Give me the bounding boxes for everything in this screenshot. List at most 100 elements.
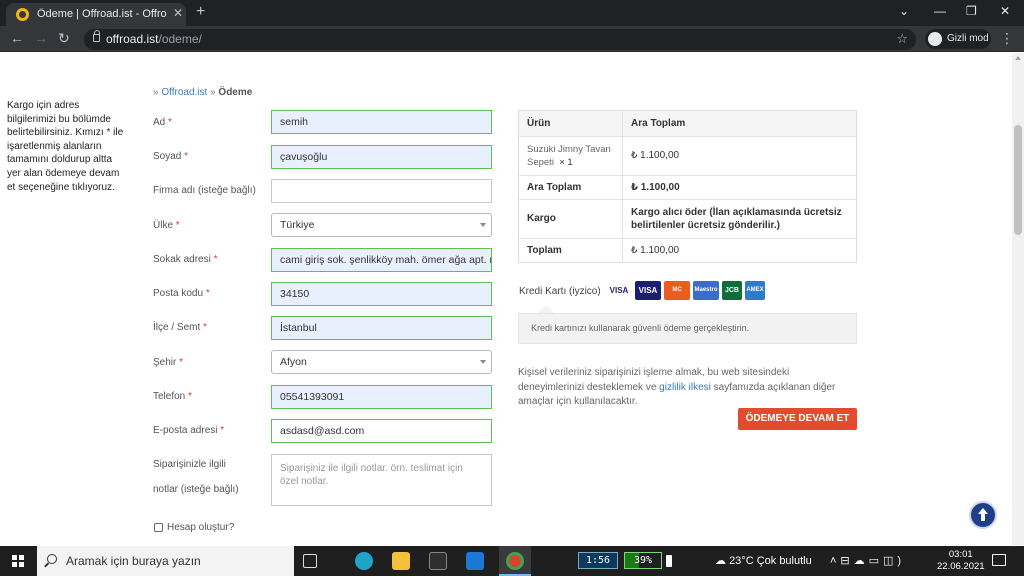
new-tab-icon[interactable]: +	[196, 3, 205, 21]
checkout-page: Kargo için adres bilgilerimizi bu bölümd…	[0, 53, 1012, 545]
privacy-text: Kişisel verileriniz siparişinizi işleme …	[518, 366, 857, 410]
create-account-label[interactable]: Hesap oluştur?	[167, 522, 234, 533]
table-header-row: Ürün Ara Toplam	[519, 111, 856, 136]
reload-icon[interactable]: ↻	[58, 30, 70, 47]
side-note: Kargo için adres bilgilerimizi bu bölümd…	[7, 100, 124, 193]
battery-text: 39%	[633, 555, 653, 566]
scroll-up-icon[interactable]	[1015, 56, 1021, 60]
subtotal-label: Ara Toplam	[519, 176, 623, 199]
table-row-product: Suzuki Jimny Tavan Sepeti × 1 ₺ 1.100,00	[519, 136, 856, 175]
close-window-icon[interactable]: ✕	[1000, 4, 1010, 18]
tab-title: Ödeme | Offroad.ist - Offroad.ist	[37, 8, 167, 20]
shipping-label: Kargo	[519, 200, 623, 238]
continue-to-payment-button[interactable]: ÖDEMEYE DEVAM ET	[738, 408, 857, 430]
order-summary-table: Ürün Ara Toplam Suzuki Jimny Tavan Sepet…	[518, 110, 857, 263]
chevron-down-icon	[480, 223, 486, 227]
breadcrumb: » Offroad.ist » Ödeme	[153, 87, 252, 98]
forward-icon[interactable]: →	[34, 30, 48, 46]
postcode-input[interactable]: 34150	[271, 282, 492, 306]
label-phone: Telefon *	[153, 391, 192, 402]
taskbar-search[interactable]: Aramak için buraya yazın	[37, 546, 294, 576]
maestro-icon: Maestro	[693, 281, 719, 300]
label-street: Sokak adresi *	[153, 254, 218, 265]
plug-icon	[666, 555, 672, 567]
total-label: Toplam	[519, 239, 623, 262]
amex-icon: AMEX	[745, 281, 765, 300]
edge-icon[interactable]	[355, 552, 373, 570]
windows-taskbar: Aramak için buraya yazın 1:56 39% ☁ 23°C…	[0, 546, 1024, 576]
minimize-icon[interactable]: —	[934, 4, 946, 18]
maximize-icon[interactable]: ❐	[966, 4, 977, 18]
label-notes-2: notlar (isteğe bağlı)	[153, 484, 239, 495]
country-select[interactable]: Türkiye	[271, 213, 492, 237]
table-row-total: Toplam ₺ 1.100,00	[519, 238, 856, 262]
jcb-icon: JCB	[722, 281, 742, 300]
menu-kebab-icon[interactable]: ⋮	[1000, 30, 1014, 47]
incognito-badge[interactable]: Gizli mod	[925, 29, 991, 49]
visa-electron-icon: VISA	[635, 281, 661, 300]
weather-widget[interactable]: ☁ 23°C Çok bulutlu	[715, 554, 812, 567]
first-name-input[interactable]: semih	[271, 110, 492, 134]
address-bar[interactable]: offroad.ist/odeme/ ☆	[84, 29, 916, 50]
clock-date: 22.06.2021	[937, 561, 985, 572]
header-product: Ürün	[519, 111, 623, 136]
label-district: İlçe / Semt *	[153, 322, 207, 333]
table-row-shipping: Kargo Kargo alıcı öder (İlan açıklamasın…	[519, 199, 856, 238]
payment-info-box: Kredi kartınızı kullanarak güvenli ödeme…	[518, 313, 857, 344]
email-input[interactable]: asdasd@asd.com	[271, 419, 492, 443]
paybox-arrow	[538, 305, 554, 313]
phone-input[interactable]: 05541393091	[271, 385, 492, 409]
product-price: ₺ 1.100,00	[631, 150, 680, 161]
windows-start-icon[interactable]	[12, 555, 24, 567]
payment-method-label[interactable]: Kredi Kartı (iyzico)	[519, 286, 601, 297]
chrome-taskbar-active[interactable]	[499, 546, 531, 576]
label-city: Şehir *	[153, 357, 184, 368]
file-explorer-icon[interactable]	[392, 552, 410, 570]
company-input[interactable]	[271, 179, 492, 203]
create-account-checkbox[interactable]	[154, 523, 163, 532]
label-last-name: Soyad *	[153, 151, 189, 162]
task-view-icon[interactable]	[303, 554, 317, 568]
arrow-up-icon-stem	[981, 514, 985, 521]
country-value: Türkiye	[280, 219, 315, 231]
clock[interactable]: 03:01 22.06.2021	[937, 549, 985, 573]
header-subtotal: Ara Toplam	[631, 118, 686, 129]
city-value: Afyon	[280, 356, 307, 368]
incognito-label: Gizli mod	[947, 33, 989, 44]
privacy-policy-link[interactable]: gizlilik ilkesi	[659, 382, 711, 393]
mail-icon[interactable]	[466, 552, 484, 570]
label-country: Ülke *	[153, 220, 180, 231]
bookmark-star-icon[interactable]: ☆	[896, 31, 908, 47]
visa-icon: VISA	[606, 281, 632, 300]
shipping-value: Kargo alıcı öder (İlan açıklamasında ücr…	[631, 207, 842, 231]
back-icon[interactable]: ←	[10, 30, 24, 46]
cpu-widget[interactable]: 1:56	[578, 552, 618, 569]
battery-widget[interactable]: 39%	[624, 552, 662, 569]
district-input[interactable]: İstanbul	[271, 316, 492, 340]
url-text[interactable]: offroad.ist/odeme/	[106, 32, 202, 46]
scroll-thumb[interactable]	[1014, 125, 1022, 235]
city-select[interactable]: Afyon	[271, 350, 492, 374]
breadcrumb-separator: »	[207, 87, 219, 98]
store-icon[interactable]	[429, 552, 447, 570]
label-company: Firma adı (isteğe bağlı)	[153, 185, 256, 196]
weather-text: 23°C Çok bulutlu	[729, 555, 812, 567]
tab-close-icon[interactable]: ✕	[173, 6, 183, 20]
tab-search-icon[interactable]: ⌄	[899, 4, 909, 18]
notification-icon[interactable]	[992, 554, 1006, 566]
scroll-to-top-button[interactable]	[969, 501, 997, 529]
clock-time: 03:01	[948, 549, 973, 560]
breadcrumb-home[interactable]: Offroad.ist	[161, 87, 207, 98]
chrome-icon	[506, 552, 524, 570]
incognito-icon	[928, 32, 942, 46]
total-value: ₺ 1.100,00	[631, 245, 680, 256]
tab-active[interactable]: Ödeme | Offroad.ist - Offroad.ist ✕	[6, 3, 186, 26]
system-tray[interactable]: ˄⊟☁▭◫)	[830, 554, 905, 567]
order-notes-textarea[interactable]: Siparişiniz ile ilgili notlar. örn. tesl…	[271, 454, 492, 506]
chevron-down-icon	[480, 360, 486, 364]
last-name-input[interactable]: çavuşoğlu	[271, 145, 492, 169]
page-scrollbar[interactable]	[1012, 53, 1024, 545]
breadcrumb-current: Ödeme	[218, 87, 253, 98]
search-icon	[47, 554, 57, 564]
street-input[interactable]: cami giriş sok. şenlikköy mah. ömer ağa …	[271, 248, 492, 272]
